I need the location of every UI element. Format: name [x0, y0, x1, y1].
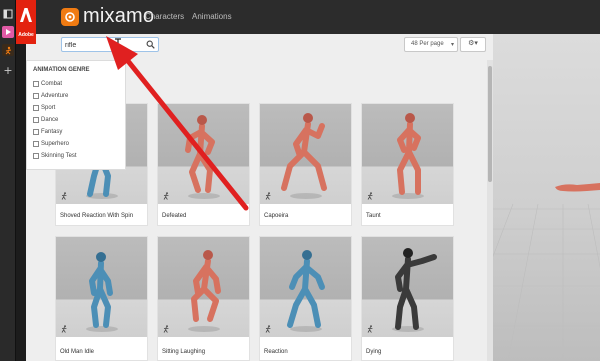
character-icon[interactable] [2, 44, 14, 56]
text-cursor-icon [115, 38, 121, 51]
running-man-icon [61, 192, 67, 200]
left-rail: + [0, 0, 16, 361]
running-man-icon [367, 192, 373, 200]
figure-head [203, 250, 213, 260]
running-man-icon [265, 192, 271, 200]
search-input[interactable] [65, 40, 145, 50]
genre-item[interactable]: Sport [33, 103, 55, 113]
chevron-down-icon: ▾ [450, 41, 454, 48]
figure-head [405, 113, 415, 123]
play-icon[interactable] [2, 26, 14, 38]
animation-name: Dying [366, 349, 382, 355]
figure-body [281, 121, 327, 191]
animation-thumbnail [362, 237, 453, 337]
per-page-select[interactable]: 48 Per page ▾ [404, 37, 458, 52]
mixamo-logo-icon[interactable] [61, 8, 79, 26]
preview-viewport[interactable] [493, 34, 600, 361]
figure-body [191, 258, 221, 322]
genre-item[interactable]: Skinning Test [33, 151, 77, 161]
adobe-label: Adobe [18, 32, 34, 38]
animation-name: Taunt [366, 213, 381, 219]
checkbox[interactable] [33, 117, 39, 123]
genre-item[interactable]: Combat [33, 79, 62, 89]
running-man-icon [163, 192, 169, 200]
character-figure [287, 250, 325, 332]
running-man-icon [265, 325, 271, 333]
animation-card[interactable]: Old Man Idle [55, 236, 148, 361]
character-figure [392, 113, 424, 199]
app-title[interactable]: mixamo [83, 5, 154, 28]
figure-body [395, 254, 437, 330]
genre-title: ANIMATION GENRE [33, 67, 90, 73]
per-page-value: 48 Per page [411, 41, 444, 47]
animation-thumbnail [158, 237, 249, 337]
character-figure [281, 113, 327, 199]
nav-animations[interactable]: Animations [192, 12, 232, 21]
animation-card[interactable]: Taunt [361, 103, 454, 226]
animation-thumbnail [158, 104, 249, 204]
add-icon[interactable]: + [2, 64, 14, 77]
running-man-icon [163, 325, 169, 333]
character-figure [392, 248, 437, 332]
settings-button[interactable]: ⚙▾ [460, 37, 486, 52]
character-arm [555, 183, 600, 192]
animation-name: Old Man Idle [60, 349, 95, 355]
genre-item[interactable]: Superhero [33, 139, 69, 149]
checkbox[interactable] [33, 105, 39, 111]
figure-body [185, 123, 215, 193]
animation-name: Sitting Laughing [162, 349, 206, 355]
animation-card[interactable]: Reaction [259, 236, 352, 361]
viewport-grid [493, 183, 600, 361]
figure-body [89, 260, 113, 328]
animation-card[interactable]: Capoeira [259, 103, 352, 226]
figure-body [287, 258, 325, 328]
figure-shadow [188, 193, 220, 199]
checkbox[interactable] [33, 81, 39, 87]
animation-card[interactable]: Sitting Laughing [157, 236, 250, 361]
running-man-icon [367, 325, 373, 333]
figure-head [96, 252, 106, 262]
figure-head [403, 248, 413, 258]
figure-head [302, 250, 312, 260]
animation-thumbnail [56, 237, 147, 337]
animation-card[interactable]: Defeated [157, 103, 250, 226]
figure-shadow [188, 326, 220, 332]
checkbox[interactable] [33, 153, 39, 159]
animation-card[interactable]: Dying [361, 236, 454, 361]
figure-shadow [86, 326, 118, 332]
scrollbar-thumb[interactable] [488, 66, 492, 182]
genre-item[interactable]: Fantasy [33, 127, 62, 137]
genre-item[interactable]: Adventure [33, 91, 68, 101]
nav-characters[interactable]: Characters [145, 12, 184, 21]
figure-head [303, 113, 313, 123]
character-figure [86, 252, 118, 332]
animation-thumbnail [362, 104, 453, 204]
panel-toggle-icon[interactable] [2, 8, 14, 20]
animation-name: Capoeira [264, 213, 289, 219]
checkbox[interactable] [33, 141, 39, 147]
character-figure [188, 250, 221, 332]
figure-shadow [290, 193, 322, 199]
genre-item[interactable]: Dance [33, 115, 58, 125]
figure-body [397, 121, 421, 195]
search-field[interactable] [61, 37, 159, 52]
running-man-icon [61, 325, 67, 333]
figure-head [197, 115, 207, 125]
animation-name: Defeated [162, 213, 187, 219]
checkbox[interactable] [33, 129, 39, 135]
animation-name: Reaction [264, 349, 288, 355]
adobe-logo[interactable]: Adobe [16, 0, 36, 44]
genre-filter-panel: ANIMATION GENRE Combat Adventure Sport D… [26, 60, 126, 170]
animation-thumbnail [260, 237, 351, 337]
animation-thumbnail [260, 104, 351, 204]
animation-name: Shoved Reaction With Spin [60, 213, 134, 219]
checkbox[interactable] [33, 93, 39, 99]
character-figure [185, 115, 220, 199]
search-icon[interactable] [146, 40, 155, 49]
